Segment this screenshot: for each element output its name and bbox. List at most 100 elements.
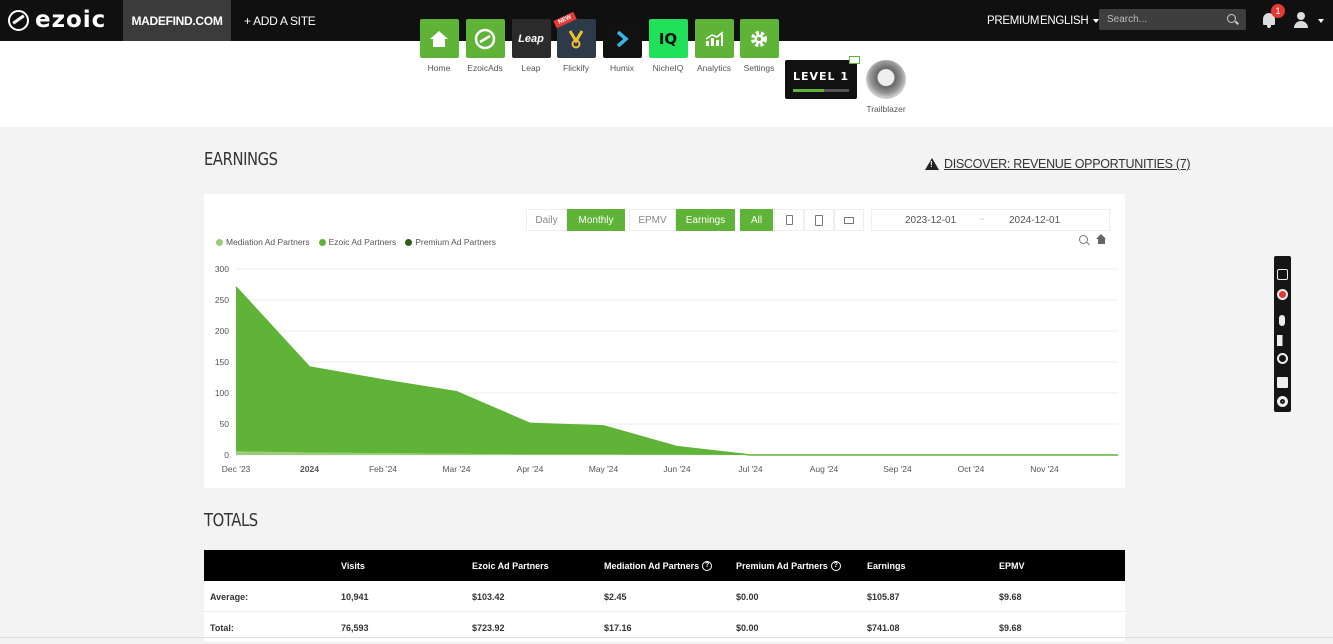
level-label: LEVEL 1	[792, 70, 850, 83]
x-tick-label: Mar '24	[442, 464, 470, 474]
y-tick-label: 150	[215, 357, 229, 367]
app-nicheiq[interactable]: IQ NicheIQ	[648, 19, 688, 73]
x-tick-label: 2024	[300, 464, 319, 474]
app-flickify[interactable]: NEW Flickify	[553, 11, 596, 73]
app-label: Settings	[743, 63, 775, 73]
table-cell: $741.08	[867, 622, 900, 633]
gear-icon[interactable]	[1277, 396, 1288, 407]
discover-revenue-link[interactable]: DISCOVER: REVENUE OPPORTUNITIES (7)	[925, 157, 1191, 171]
app-home[interactable]: Home	[419, 19, 459, 73]
analytics-icon	[694, 19, 734, 58]
y-tick-label: 50	[220, 419, 230, 429]
x-tick-label: Jul '24	[738, 464, 763, 474]
table-row: Total: 76,593 $723.92 $17.16 $0.00 $741.…	[204, 612, 1125, 643]
x-tick-label: Aug '24	[810, 464, 839, 474]
help-icon[interactable]: ?	[830, 560, 841, 571]
table-cell: 10,941	[341, 591, 369, 602]
reset-zoom-home-icon[interactable]	[1096, 234, 1107, 245]
earnings-chart-card: Daily Monthly EPMV Earnings All 2023-12-…	[204, 194, 1125, 488]
y-tick-label: 250	[215, 295, 229, 305]
legend-item[interactable]: Premium Ad Partners	[405, 237, 496, 247]
daily-button[interactable]: Daily	[526, 209, 567, 231]
header-visits: Visits	[341, 560, 365, 571]
discover-label: DISCOVER: REVENUE OPPORTUNITIES (7)	[944, 157, 1191, 171]
site-tab[interactable]: MADEFIND.COM	[123, 0, 231, 41]
table-cell: $723.92	[472, 622, 505, 633]
tablet-filter-button[interactable]	[804, 209, 834, 231]
add-site-link[interactable]: + ADD A SITE	[244, 0, 316, 41]
table-cell: 76,593	[341, 622, 369, 633]
level-progress-bar	[793, 89, 849, 92]
user-icon[interactable]	[1293, 12, 1309, 28]
legend-dot	[405, 238, 413, 246]
desktop-icon	[844, 216, 854, 224]
level-badge[interactable]: LEVEL 1	[785, 60, 857, 99]
language-label: ENGLISH	[1040, 14, 1089, 27]
screen-recorder-toolbar	[1274, 256, 1291, 412]
app-settings[interactable]: Settings	[739, 19, 779, 73]
table-cell: $103.42	[472, 591, 505, 602]
app-leap[interactable]: Leap Leap	[511, 19, 551, 73]
table-row: Average: 10,941 $103.42 $2.45 $0.00 $105…	[204, 581, 1125, 612]
humix-icon	[602, 19, 642, 58]
ezoic-logo[interactable]: ezoic	[8, 7, 106, 33]
speaker-icon[interactable]	[1277, 335, 1288, 346]
zoom-icon[interactable]	[1079, 235, 1088, 244]
microphone-icon[interactable]	[1279, 315, 1285, 326]
help-icon[interactable]: ?	[702, 560, 713, 571]
x-tick-label: Jun '24	[663, 464, 690, 474]
earnings-area-chart: 300 250 200 150 100 50 0 Dec '23 2024 Feb '24 Mar …	[215, 264, 1118, 474]
x-tick-label: Feb '24	[369, 464, 397, 474]
trailblazer-label: Trailblazer	[866, 104, 906, 114]
header-premium: Premium Ad Partners?	[736, 550, 841, 581]
legend-item[interactable]: Ezoic Ad Partners	[318, 237, 396, 247]
x-tick-label: May '24	[589, 464, 619, 474]
legend-dot	[318, 238, 326, 246]
row-label: Total:	[210, 622, 234, 633]
premium-link[interactable]: PREMIUM	[987, 0, 1040, 41]
date-range-picker[interactable]: 2023-12-01 ~ 2024-12-01	[871, 209, 1110, 231]
header-mediation: Mediation Ad Partners?	[604, 550, 713, 581]
date-separator: ~	[979, 214, 985, 224]
earnings-title: EARNINGS	[204, 149, 278, 170]
table-cell: $105.87	[867, 591, 900, 602]
window-icon[interactable]	[1277, 377, 1288, 388]
app-ezoicads[interactable]: EzoicAds	[465, 19, 505, 73]
date-end: 2024-12-01	[1009, 215, 1061, 226]
earnings-button[interactable]: Earnings	[676, 209, 735, 231]
monthly-button[interactable]: Monthly	[567, 209, 625, 231]
mobile-filter-button[interactable]	[774, 209, 804, 231]
legend-item[interactable]: Mediation Ad Partners	[216, 237, 310, 247]
ezoic-logo-icon	[8, 9, 29, 31]
x-tick-label: Sep '24	[883, 464, 912, 474]
level-progress-fill	[793, 89, 824, 92]
x-tick-label: Oct '24	[958, 464, 985, 474]
tablet-icon	[815, 214, 823, 226]
header-earnings: Earnings	[867, 560, 906, 571]
language-dropdown[interactable]: ENGLISH	[1040, 0, 1100, 41]
record-icon[interactable]	[1277, 289, 1288, 300]
table-cell: $0.00	[736, 622, 759, 633]
x-tick-label: Apr '24	[517, 464, 544, 474]
row-label: Average:	[210, 591, 249, 602]
legend-dot	[216, 238, 223, 246]
y-tick-label: 100	[215, 388, 229, 398]
camera-icon[interactable]	[1277, 269, 1288, 280]
trailblazer-avatar[interactable]	[866, 60, 906, 99]
search-input[interactable]	[1099, 9, 1246, 30]
page-divider	[0, 637, 1333, 638]
y-tick-label: 200	[215, 326, 229, 336]
webcam-icon[interactable]	[1277, 353, 1288, 364]
desktop-filter-button[interactable]	[834, 209, 864, 231]
app-humix[interactable]: Humix	[602, 19, 642, 73]
x-tick-label: Dec '23	[222, 464, 251, 474]
all-devices-button[interactable]: All	[740, 209, 773, 231]
totals-table: Visits Ezoic Ad Partners Mediation Ad Pa…	[204, 550, 1125, 643]
header-ezoic: Ezoic Ad Partners	[472, 560, 549, 571]
user-menu-chevron-icon[interactable]	[1318, 19, 1324, 23]
gear-icon	[739, 19, 779, 58]
epmv-button[interactable]: EPMV	[629, 209, 676, 231]
mail-icon[interactable]	[849, 56, 860, 64]
app-analytics[interactable]: Analytics	[694, 19, 734, 73]
search-icon[interactable]	[1227, 14, 1236, 23]
